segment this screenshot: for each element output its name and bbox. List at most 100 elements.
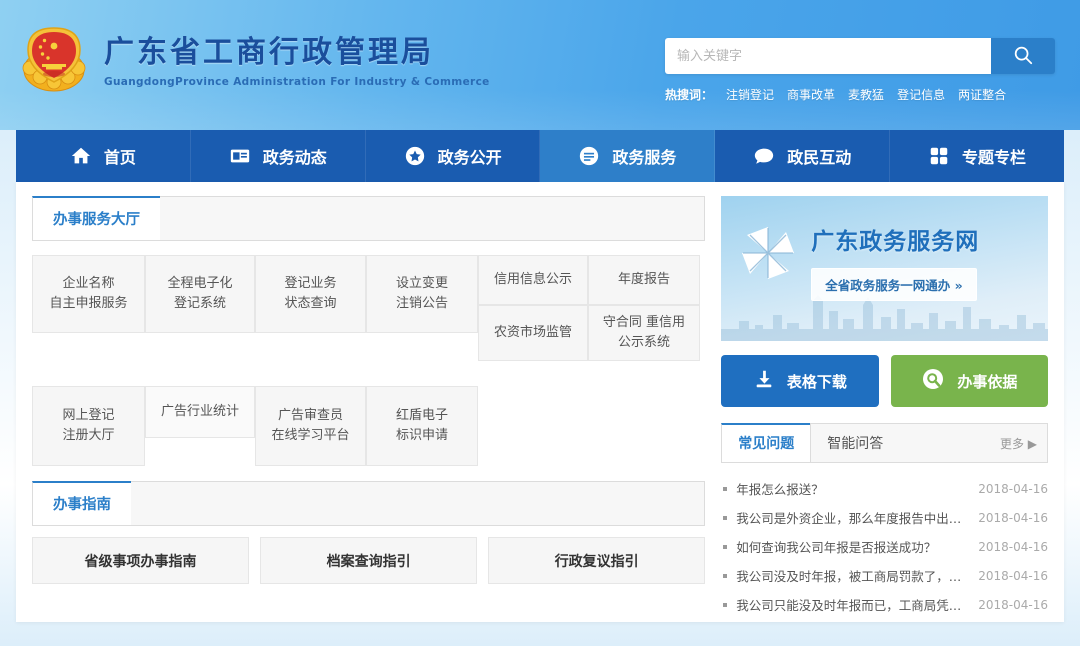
- bullet-icon: [723, 545, 727, 549]
- guide-item-2[interactable]: 行政复议指引: [488, 537, 705, 584]
- faq-item[interactable]: 年报怎么报送？ 2018-04-16: [721, 474, 1048, 503]
- action-buttons: 表格下载 办事依据: [721, 355, 1048, 407]
- nav-label-topics: 专题专栏: [962, 144, 1026, 168]
- national-emblem-icon: [18, 24, 90, 96]
- faq-list: 年报怎么报送？ 2018-04-16 我公司是外资企业，那么年度报告中出资情..…: [721, 474, 1048, 619]
- hotwords-label: 热搜词：: [665, 86, 713, 103]
- service-cell-8[interactable]: 网上登记注册大厅: [32, 386, 145, 466]
- bullet-icon: [723, 603, 727, 607]
- sidebar-column: 广东政务服务网 全省政务服务一网通办 » 表格下载 办事依据: [721, 196, 1048, 622]
- faq-item[interactable]: 我公司是外资企业，那么年度报告中出资情... 2018-04-16: [721, 503, 1048, 532]
- faq-item-text: 年报怎么报送？: [736, 479, 978, 498]
- search-button[interactable]: [991, 38, 1055, 74]
- banner-text: 广东政务服务网 全省政务服务一网通办 »: [811, 222, 979, 301]
- faq-item[interactable]: 我公司没及时年报，被工商局罚款了，你们... 2018-04-16: [721, 561, 1048, 590]
- tab-service-hall[interactable]: 办事服务大厅: [32, 196, 161, 240]
- hotword-link-1[interactable]: 商事改革: [787, 86, 835, 103]
- star-circle-icon: [404, 145, 426, 167]
- faq-tabbar: 常见问题 智能问答 更多 ▶: [721, 423, 1048, 463]
- service-hall-tabbar: 办事服务大厅: [32, 196, 705, 241]
- banner-cta-button[interactable]: 全省政务服务一网通办 »: [811, 268, 976, 301]
- download-icon: [753, 368, 775, 394]
- search-input[interactable]: [665, 38, 991, 74]
- guide-tabbar-filler: [131, 481, 705, 525]
- site-title-cn: 广东省工商行政管理局: [104, 36, 490, 71]
- nav-label-services: 政务服务: [612, 144, 676, 168]
- search-icon: [1012, 44, 1034, 69]
- nav-label-interaction: 政民互动: [787, 144, 851, 168]
- banner-content: 广东政务服务网 全省政务服务一网通办 »: [737, 222, 1036, 301]
- gd-service-banner[interactable]: 广东政务服务网 全省政务服务一网通办 »: [721, 196, 1048, 341]
- tab-guide[interactable]: 办事指南: [32, 481, 132, 525]
- main-panel: 办事服务大厅 企业名称自主申报服务 全程电子化登记系统 登记业务状态查询 设立变…: [16, 182, 1064, 622]
- search-box: [665, 38, 1055, 74]
- faq-item-date: 2018-04-16: [978, 598, 1048, 612]
- search-circle-icon: [921, 367, 945, 395]
- grid-squares-icon: [928, 145, 950, 167]
- brand-block: 广东省工商行政管理局 GuangdongProvince Administrat…: [18, 24, 490, 96]
- service-cell-6[interactable]: 农资市场监管: [478, 305, 588, 361]
- service-cell-1[interactable]: 全程电子化登记系统: [145, 255, 255, 333]
- form-download-label: 表格下载: [787, 371, 847, 392]
- service-cell-3[interactable]: 设立变更注销公告: [366, 255, 478, 333]
- faq-item[interactable]: 如何查询我公司年报是否报送成功？ 2018-04-16: [721, 532, 1048, 561]
- site-title-en: GuangdongProvince Administration For Ind…: [104, 76, 490, 88]
- service-cell-0[interactable]: 企业名称自主申报服务: [32, 255, 145, 333]
- city-skyline-graphic: [721, 295, 1048, 341]
- nav-item-interaction[interactable]: 政民互动: [715, 130, 890, 182]
- hotword-link-4[interactable]: 两证整合: [958, 86, 1006, 103]
- form-download-button[interactable]: 表格下载: [721, 355, 878, 407]
- service-grid: 企业名称自主申报服务 全程电子化登记系统 登记业务状态查询 设立变更注销公告 信…: [32, 251, 705, 481]
- brand-text: 广东省工商行政管理局 GuangdongProvince Administrat…: [104, 32, 490, 88]
- nav-item-disclosure[interactable]: 政务公开: [366, 130, 541, 182]
- service-cell-9[interactable]: 广告行业统计: [145, 386, 255, 438]
- hotword-link-3[interactable]: 登记信息: [897, 86, 945, 103]
- service-cell-5[interactable]: 年度报告: [588, 255, 700, 305]
- service-basis-button[interactable]: 办事依据: [891, 355, 1048, 407]
- service-cell-10[interactable]: 广告审查员在线学习平台: [255, 386, 366, 466]
- faq-tabbar-filler: 更多 ▶: [899, 423, 1048, 462]
- guide-grid: 省级事项办事指南 档案查询指引 行政复议指引: [32, 537, 705, 584]
- nav-item-topics[interactable]: 专题专栏: [890, 130, 1064, 182]
- tabbar-filler: [160, 196, 705, 240]
- faq-item-text: 我公司没及时年报，被工商局罚款了，你们...: [736, 566, 978, 585]
- service-cell-4[interactable]: 信用信息公示: [478, 255, 588, 305]
- bullet-icon: [723, 516, 727, 520]
- hotword-link-2[interactable]: 麦教猛: [848, 86, 884, 103]
- guide-item-0[interactable]: 省级事项办事指南: [32, 537, 249, 584]
- faq-item[interactable]: 我公司只能没及时年报而已，工商局凭什么... 2018-04-16: [721, 590, 1048, 619]
- faq-item-text: 我公司只能没及时年报而已，工商局凭什么...: [736, 595, 978, 614]
- service-cell-11[interactable]: 红盾电子标识申请: [366, 386, 478, 466]
- faq-tab-smart-qa[interactable]: 智能问答: [810, 423, 900, 462]
- faq-section: 常见问题 智能问答 更多 ▶ 年报怎么报送？ 2018-04-16 我公司是外资…: [721, 423, 1048, 619]
- nav-item-home[interactable]: 首页: [16, 130, 191, 182]
- list-circle-icon: [578, 145, 600, 167]
- nav-label-home: 首页: [104, 144, 136, 168]
- faq-item-date: 2018-04-16: [978, 569, 1048, 583]
- chat-bubble-icon: [753, 145, 775, 167]
- search-area: 热搜词： 注销登记 商事改革 麦教猛 登记信息 两证整合: [665, 38, 1055, 103]
- main-navigation: 首页 政务动态 政务公开 政务服务 政民互动 专题专栏: [16, 130, 1064, 182]
- news-card-icon: [229, 145, 251, 167]
- banner-title: 广东政务服务网: [811, 222, 979, 256]
- services-column: 办事服务大厅 企业名称自主申报服务 全程电子化登记系统 登记业务状态查询 设立变…: [32, 196, 705, 622]
- home-icon: [70, 145, 92, 167]
- site-header: 广东省工商行政管理局 GuangdongProvince Administrat…: [0, 0, 1080, 130]
- faq-more-link[interactable]: 更多 ▶: [1000, 435, 1037, 452]
- faq-item-date: 2018-04-16: [978, 482, 1048, 496]
- service-cell-7[interactable]: 守合同 重信用公示系统: [588, 305, 700, 361]
- faq-item-date: 2018-04-16: [978, 540, 1048, 554]
- service-cell-2[interactable]: 登记业务状态查询: [255, 255, 366, 333]
- nav-item-news[interactable]: 政务动态: [191, 130, 366, 182]
- nav-item-services[interactable]: 政务服务: [540, 130, 715, 182]
- guide-tabbar: 办事指南: [32, 481, 705, 526]
- hotword-link-0[interactable]: 注销登记: [726, 86, 774, 103]
- guide-item-1[interactable]: 档案查询指引: [260, 537, 477, 584]
- nav-label-disclosure: 政务公开: [438, 144, 502, 168]
- bullet-icon: [723, 574, 727, 578]
- service-basis-label: 办事依据: [957, 371, 1017, 392]
- faq-tab-common[interactable]: 常见问题: [721, 423, 811, 462]
- hotwords-row: 热搜词： 注销登记 商事改革 麦教猛 登记信息 两证整合: [665, 86, 1055, 103]
- nav-label-news: 政务动态: [263, 144, 327, 168]
- faq-item-text: 我公司是外资企业，那么年度报告中出资情...: [736, 508, 978, 527]
